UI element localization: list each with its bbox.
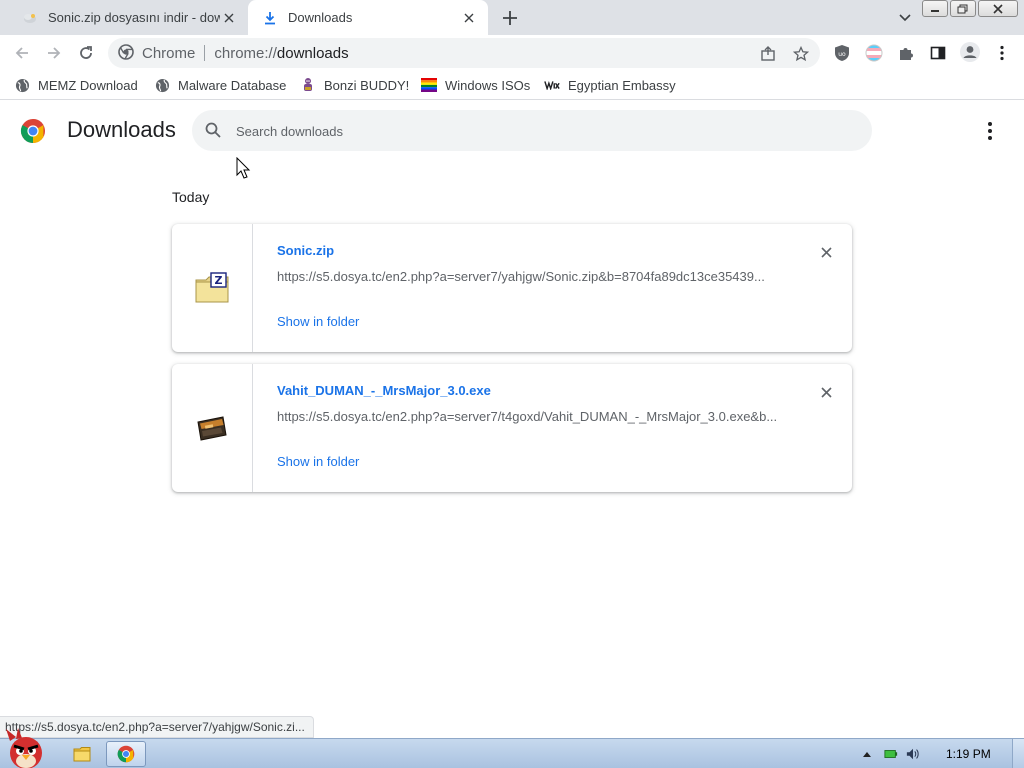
show-desktop-button[interactable]	[1012, 739, 1024, 768]
remove-download-button[interactable]	[816, 242, 836, 262]
bookmark-label: Bonzi BUDDY!	[324, 77, 410, 93]
tab-strip: Sonic.zip dosyasını indir - dow Download…	[0, 0, 1024, 35]
show-in-folder-link[interactable]: Show in folder	[277, 454, 359, 469]
tab-sonic-download[interactable]: Sonic.zip dosyasını indir - dow	[8, 0, 248, 35]
extensions-puzzle-icon[interactable]	[896, 43, 916, 63]
file-url[interactable]: https://s5.dosya.tc/en2.php?a=server7/ya…	[277, 269, 777, 284]
downloads-more-actions-icon[interactable]	[978, 119, 1002, 143]
file-url[interactable]: https://s5.dosya.tc/en2.php?a=server7/t4…	[277, 409, 777, 424]
tab-downloads[interactable]: Downloads	[248, 0, 488, 35]
taskbar: 1:19 PM	[0, 728, 1024, 768]
rainbow-flag-icon	[421, 77, 437, 93]
bonzi-icon	[300, 77, 316, 93]
back-button[interactable]	[9, 40, 35, 66]
tab-title: Sonic.zip dosyasını indir - dow	[48, 10, 220, 25]
share-icon[interactable]	[759, 45, 777, 63]
bookmark-label: Malware Database	[178, 77, 287, 93]
trans-flag-extension-icon[interactable]	[864, 43, 884, 63]
close-icon	[820, 386, 832, 398]
ublock-extension-icon[interactable]: uo	[832, 43, 852, 63]
bookmarks-bar: MEMZ Download Malware Database Bonzi BUD…	[0, 70, 1024, 100]
angry-bird-start-icon	[6, 728, 42, 768]
omnibox-divider	[204, 45, 206, 61]
sonic-favicon-icon	[22, 10, 38, 26]
date-group-label: Today	[172, 189, 210, 205]
start-button[interactable]	[2, 727, 50, 768]
bookmark-egyptian-embassy[interactable]: Egyptian Embassy	[544, 74, 676, 96]
download-item: Vahit_DUMAN_-_MrsMajor_3.0.exe https://s…	[172, 364, 852, 492]
url-text: chrome://downloads	[214, 45, 348, 62]
taskbar-clock[interactable]: 1:19 PM	[946, 747, 991, 761]
browser-menu-icon[interactable]	[992, 43, 1012, 63]
download-item: Z Sonic.zip https://s5.dosya.tc/en2.php?…	[172, 224, 852, 352]
search-input[interactable]	[236, 120, 836, 142]
minimize-button[interactable]	[922, 0, 948, 17]
close-tab-icon[interactable]	[460, 9, 478, 27]
url-scheme: chrome://	[214, 44, 277, 62]
globe-icon	[154, 77, 170, 93]
tab-title: Downloads	[288, 10, 353, 25]
file-name-link[interactable]: Sonic.zip	[277, 243, 334, 258]
page-title: Downloads	[67, 117, 176, 142]
side-panel-icon[interactable]	[928, 43, 948, 63]
volume-icon[interactable]	[906, 747, 920, 761]
wix-icon	[544, 77, 560, 93]
close-window-button[interactable]	[978, 0, 1018, 17]
window-controls	[922, 0, 1018, 17]
downloads-header: Downloads	[0, 101, 1024, 161]
bookmark-windows-isos[interactable]: Windows ISOs	[421, 74, 530, 96]
exe-file-icon	[197, 416, 227, 441]
bookmark-bonzi-buddy[interactable]: Bonzi BUDDY!	[300, 74, 409, 96]
tray-expand-icon[interactable]	[860, 747, 874, 761]
chrome-taskbar-icon	[117, 745, 135, 763]
restore-button[interactable]	[950, 0, 976, 17]
file-name-link[interactable]: Vahit_DUMAN_-_MrsMajor_3.0.exe	[277, 383, 491, 398]
svg-text:Z: Z	[215, 274, 223, 287]
bookmark-malware-database[interactable]: Malware Database	[154, 74, 286, 96]
bookmark-label: MEMZ Download	[38, 77, 138, 93]
tab-search-chevron-icon[interactable]	[894, 8, 916, 28]
bookmark-star-icon[interactable]	[792, 45, 810, 63]
new-tab-button[interactable]	[498, 6, 522, 30]
chrome-site-icon	[118, 43, 134, 63]
reload-button[interactable]	[73, 40, 99, 66]
forward-button[interactable]	[41, 40, 67, 66]
bookmark-label: Egyptian Embassy	[568, 77, 676, 93]
bookmark-label: Windows ISOs	[445, 77, 531, 93]
url-host: downloads	[276, 44, 349, 62]
download-icon	[262, 10, 278, 26]
mouse-cursor-icon	[236, 157, 251, 179]
zip-folder-icon: Z	[195, 272, 229, 303]
file-icon-column: Z	[172, 224, 253, 352]
folder-icon	[73, 747, 91, 762]
taskbar-chrome-button[interactable]	[106, 741, 146, 767]
svg-text:uo: uo	[838, 51, 846, 58]
battery-icon[interactable]	[884, 747, 898, 761]
site-label: Chrome	[142, 44, 196, 62]
profile-avatar-icon[interactable]	[959, 41, 981, 63]
address-bar[interactable]: Chrome chrome://downloads	[108, 38, 820, 68]
close-icon	[820, 246, 832, 258]
taskbar-explorer-button[interactable]	[62, 741, 102, 767]
search-icon	[205, 122, 221, 138]
show-in-folder-link[interactable]: Show in folder	[277, 314, 359, 329]
file-icon-column	[172, 364, 253, 492]
close-tab-icon[interactable]	[220, 9, 238, 27]
remove-download-button[interactable]	[816, 382, 836, 402]
chrome-logo-icon	[20, 119, 45, 143]
bookmark-memz-download[interactable]: MEMZ Download	[14, 74, 138, 96]
search-downloads-box[interactable]	[192, 110, 872, 151]
globe-icon	[14, 77, 30, 93]
